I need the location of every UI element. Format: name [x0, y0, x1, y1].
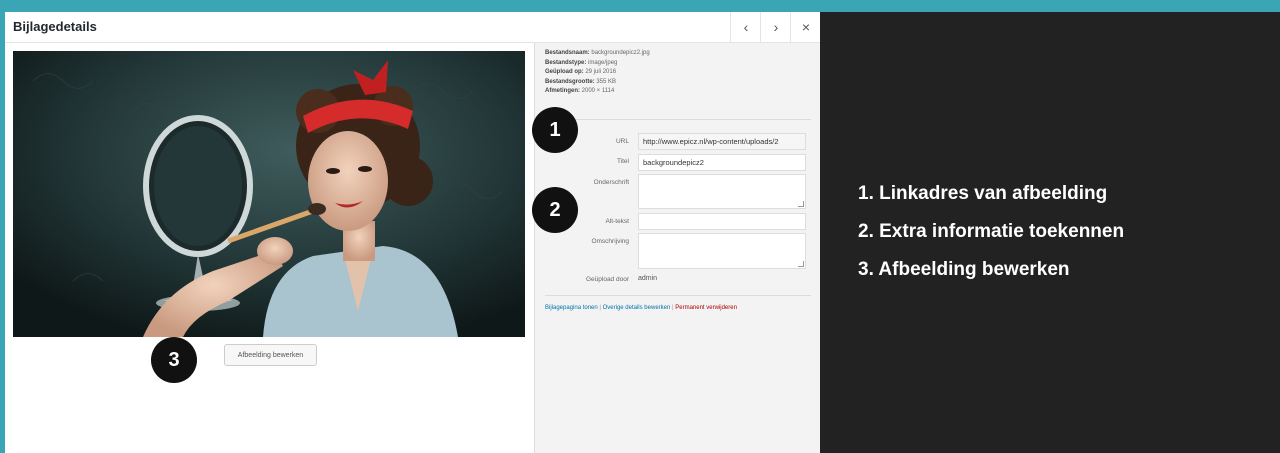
uploaded-by-label: Geüpload door	[585, 276, 629, 283]
description-label: Omschrijving	[591, 238, 629, 245]
attachment-details-dialog: Bijlagedetails ‹ › × Afbeelding bewerken…	[5, 12, 820, 453]
url-field[interactable]: http://www.epicz.nl/wp-content/uploads/2	[638, 133, 806, 150]
filename-value: backgroundepicz2.jpg	[591, 50, 650, 56]
caption-field[interactable]	[638, 174, 806, 209]
dialog-title: Bijlagedetails	[13, 19, 97, 34]
attachment-info-sidebar: Bestandsnaam: backgroundepicz2.jpg Besta…	[534, 43, 820, 453]
edit-more-details-link[interactable]: Overige details bewerken	[603, 305, 671, 311]
chevron-left-icon: ‹	[743, 19, 749, 35]
attachment-actions: Bijlagepagina tonen | Overige details be…	[545, 305, 737, 311]
chevron-right-icon: ›	[773, 19, 779, 35]
link-separator: |	[599, 305, 601, 311]
legend-item-3: 3. Afbeelding bewerken	[858, 259, 1070, 280]
callout-marker-1: 1	[532, 107, 578, 153]
legend-list: 1. Linkadres van afbeelding 2. Extra inf…	[858, 184, 1124, 298]
upload-date-value: 29 juli 2016	[585, 69, 617, 75]
uploaded-by-value: admin	[638, 275, 658, 282]
description-field[interactable]	[638, 233, 806, 269]
next-button[interactable]: ›	[760, 12, 791, 42]
legend-item-1: 1. Linkadres van afbeelding	[858, 183, 1108, 204]
legend-item-2: 2. Extra informatie toekennen	[858, 221, 1125, 242]
filename-label: Bestandsnaam:	[545, 50, 590, 56]
filesize-value: 355 KB	[596, 78, 617, 85]
filetype-label: Bestandstype:	[545, 59, 587, 66]
delete-permanently-link[interactable]: Permanent verwijderen	[675, 305, 737, 311]
title-field[interactable]: backgroundepicz2	[638, 154, 806, 171]
divider	[545, 119, 811, 120]
title-label: Titel	[616, 158, 629, 165]
legend-panel: 1. Linkadres van afbeelding 2. Extra inf…	[820, 12, 1280, 453]
file-meta: Bestandsnaam: backgroundepicz2.jpg Besta…	[545, 49, 650, 97]
pinup-photo	[13, 51, 525, 337]
callout-marker-3: 3	[151, 337, 197, 383]
callout-marker-2: 2	[532, 187, 578, 233]
dimensions-label: Afmetingen:	[545, 88, 580, 94]
previous-button[interactable]: ‹	[730, 12, 761, 42]
close-button[interactable]: ×	[790, 12, 820, 42]
dialog-header: Bijlagedetails ‹ › ×	[5, 12, 820, 43]
upload-date-label: Geüpload op:	[545, 69, 584, 75]
filesize-label: Bestandsgrootte:	[545, 78, 595, 85]
close-icon: ×	[801, 19, 811, 35]
divider	[545, 295, 811, 296]
edit-image-button[interactable]: Afbeelding bewerken	[224, 344, 317, 366]
view-attachment-link[interactable]: Bijlagepagina tonen	[545, 305, 598, 311]
alt-text-field[interactable]	[638, 213, 806, 230]
attachment-image-preview	[13, 51, 525, 337]
link-separator: |	[672, 305, 674, 311]
dimensions-value: 2000 × 1114	[581, 88, 615, 94]
caption-label: Onderschrift	[593, 179, 629, 186]
filetype-value: image/jpeg	[588, 59, 618, 66]
